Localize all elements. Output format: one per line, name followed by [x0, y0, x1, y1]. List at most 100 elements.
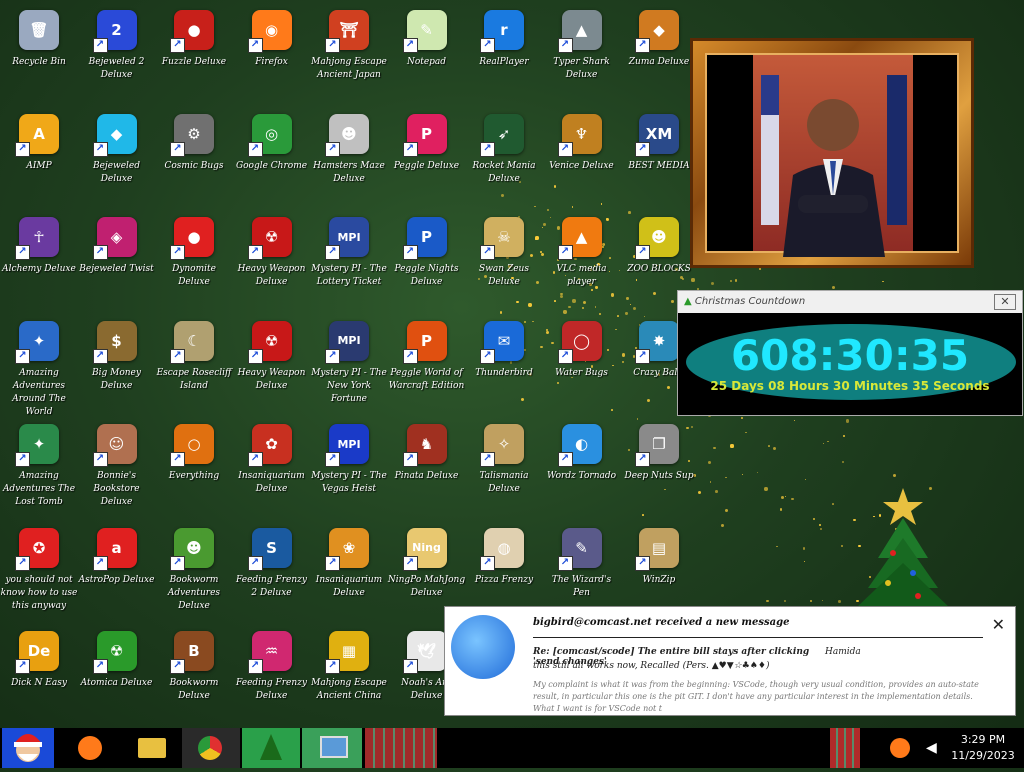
countdown-titlebar[interactable]: ▲ Christmas Countdown ✕: [678, 291, 1022, 313]
taskbar-clock[interactable]: 3:29 PM 11/29/2023: [948, 732, 1018, 764]
new-mail-notification[interactable]: bigbird@comcast.net received a new messa…: [444, 606, 1016, 716]
desktop-icon-label: Venice Deluxe: [549, 160, 614, 171]
shortcut-arrow-icon: ↗: [92, 348, 108, 364]
desktop-icon[interactable]: ♆ ↗ Venice Deluxe: [543, 108, 621, 208]
desktop-icon[interactable]: ❀ ↗ Insaniquarium Deluxe: [310, 522, 388, 622]
desktop-icon[interactable]: De ↗ Dick N Easy: [0, 625, 78, 725]
taskbar-chrome[interactable]: [182, 728, 240, 768]
shortcut-arrow-icon: ↗: [557, 452, 573, 467]
desktop-icon-label: Mystery PI - The Lottery Ticket: [311, 264, 387, 287]
desktop-icon[interactable]: ☾ ↗ Escape Rosecliff Island: [155, 315, 233, 415]
photo-frame-inner: [705, 53, 959, 257]
desktop-icon[interactable]: $ ↗ Big Money Deluxe: [78, 315, 156, 415]
desktop-icon-label: Fuzzle Deluxe: [161, 57, 227, 67]
desktop-icon[interactable]: A ↗ AIMP: [0, 108, 78, 208]
tray-firefox-icon[interactable]: [870, 728, 918, 768]
desktop-icon[interactable]: ◆ ↗ Zuma Deluxe: [620, 4, 698, 104]
desktop-icon[interactable]: ▦ ↗ Mahjong Escape Ancient China: [310, 625, 388, 725]
taskbar-firefox[interactable]: [58, 728, 128, 768]
desktop-icon[interactable]: ☢ ↗ Heavy Weapon Deluxe: [233, 315, 311, 415]
desktop-icon[interactable]: ▲ ↗ Typer Shark Deluxe: [543, 4, 621, 104]
desktop-icon-label: Heavy Weapon Deluxe: [237, 264, 306, 287]
taskbar-tree-app[interactable]: [242, 728, 300, 768]
desktop-icon[interactable]: XM ↗ BEST MEDIA: [620, 108, 698, 208]
desktop-icon[interactable]: ⛩ ↗ Mahjong Escape Ancient Japan: [310, 4, 388, 104]
firefox-icon: [890, 738, 910, 758]
desktop-icon-label: Mahjong Escape Ancient China: [311, 678, 387, 701]
shortcut-arrow-icon: ↗: [402, 555, 418, 571]
desktop-icon[interactable]: P ↗ Peggle Nights Deluxe: [388, 211, 466, 311]
sparkle-dot: [709, 481, 712, 483]
desktop-icon[interactable]: r ↗ RealPlayer: [465, 4, 543, 104]
christmas-countdown-widget[interactable]: ▲ Christmas Countdown ✕ 608:30:35 25 Day…: [677, 290, 1023, 416]
desktop-icon[interactable]: MPI ↗ Mystery PI - The Vegas Heist: [310, 418, 388, 518]
desktop-icon[interactable]: B ↗ Bookworm Deluxe: [155, 625, 233, 725]
desktop-icon-label: Big Money Deluxe: [92, 367, 141, 391]
desktop-icon[interactable]: ☢ ↗ Atomica Deluxe: [78, 625, 156, 725]
desktop-icon[interactable]: MPI ↗ Mystery PI - The Lottery Ticket: [310, 211, 388, 311]
sparkle-dot: [813, 517, 816, 520]
desktop-icon[interactable]: ❐ ↗ Deep Nuts Sup: [620, 418, 698, 518]
desktop-icon[interactable]: ◐ ↗ Wordz Tornado: [543, 418, 621, 518]
desktop-icon[interactable]: ◈ ↗ Bejeweled Twist: [78, 211, 156, 311]
desktop-icon[interactable]: ☻ ↗ Bookworm Adventures Deluxe: [155, 522, 233, 622]
desktop-icon[interactable]: ✉ ↗ Thunderbird: [465, 315, 543, 415]
sparkle-dot: [780, 495, 784, 500]
desktop-icon[interactable]: 2 ↗ Bejeweled 2 Deluxe: [78, 4, 156, 104]
desktop-icon-label: Water Bugs: [555, 367, 608, 378]
desktop-icon[interactable]: ⚙ ↗ Cosmic Bugs: [155, 108, 233, 208]
shortcut-arrow-icon: ↗: [15, 245, 30, 260]
desktop-icon[interactable]: ● ↗ Dynomite Deluxe: [155, 211, 233, 311]
photo-frame-widget[interactable]: [690, 38, 974, 268]
desktop-icon-label: ZOO BLOCKS: [627, 264, 691, 274]
desktop-icon[interactable]: ☥ ↗ Alchemy Deluxe: [0, 211, 78, 311]
desktop-icon[interactable]: ✧ ↗ Talismania Deluxe: [465, 418, 543, 518]
sparkle-dot: [842, 460, 845, 463]
desktop-icon[interactable]: ☺ ↗ Bonnie's Bookstore Deluxe: [78, 418, 156, 518]
desktop-icon[interactable]: ○ ↗ Everything: [155, 418, 233, 518]
desktop-icon[interactable]: 🗑 Recycle Bin: [0, 4, 78, 104]
close-icon[interactable]: ✕: [992, 615, 1005, 634]
desktop-icon[interactable]: ◆ ↗ Bejeweled Deluxe: [78, 108, 156, 208]
taskbar-explorer[interactable]: [130, 728, 174, 768]
desktop-icon[interactable]: S ↗ Feeding Frenzy 2 Deluxe: [233, 522, 311, 622]
desktop-icon-label: NingPo MahJong Deluxe: [387, 574, 466, 598]
desktop-icon[interactable]: ♒ ↗ Feeding Frenzy Deluxe: [233, 625, 311, 725]
desktop-icon[interactable]: ✎ ↗ Notepad: [388, 4, 466, 104]
desktop-icon[interactable]: P ↗ Peggle Deluxe: [388, 108, 466, 208]
shortcut-arrow-icon: ↗: [557, 348, 573, 364]
desktop-icon[interactable]: MPI ↗ Mystery PI - The New York Fortune: [310, 315, 388, 415]
desktop-icon[interactable]: ◎ ↗ Google Chrome: [233, 108, 311, 208]
desktop-icon[interactable]: ✦ ↗ Amazing Adventures The Lost Tomb: [0, 418, 78, 518]
sparkle-dot: [707, 460, 711, 464]
shortcut-arrow-icon: ↗: [402, 245, 418, 260]
start-button[interactable]: [2, 728, 54, 768]
desktop-icon[interactable]: ✦ ↗ Amazing Adventures Around The World: [0, 315, 78, 417]
notification-divider: [533, 637, 983, 638]
desktop-icon[interactable]: ♞ ↗ Pinata Deluxe: [388, 418, 466, 518]
desktop-icon[interactable]: ☠ ↗ Swan Zeus Deluxe: [465, 211, 543, 311]
desktop-icon-label: Talismania Deluxe: [479, 471, 529, 494]
desktop-icon-label: Hamsters Maze Deluxe: [313, 160, 385, 184]
desktop-icon[interactable]: a ↗ AstroPop Deluxe: [78, 522, 156, 622]
shortcut-arrow-icon: ↗: [325, 555, 340, 571]
sparkle-dot: [840, 544, 843, 548]
desktop-icon[interactable]: ✿ ↗ Insaniquarium Deluxe: [233, 418, 311, 518]
shortcut-arrow-icon: ↗: [635, 555, 650, 571]
desktop-icon[interactable]: ☻ ↗ Hamsters Maze Deluxe: [310, 108, 388, 208]
desktop-icon[interactable]: ◯ ↗ Water Bugs: [543, 315, 621, 415]
shortcut-arrow-icon: ↗: [325, 141, 340, 157]
desktop-icon[interactable]: ● ↗ Fuzzle Deluxe: [155, 4, 233, 104]
close-icon[interactable]: ✕: [994, 294, 1016, 310]
desktop-icon[interactable]: ➶ ↗ Rocket Mania Deluxe: [465, 108, 543, 208]
volume-icon[interactable]: ◀: [926, 740, 937, 756]
desktop-icon-label: Swan Zeus Deluxe: [479, 264, 529, 287]
shortcut-arrow-icon: ↗: [557, 245, 573, 260]
desktop-icon[interactable]: ✪ ↗ you should not know how to use this an…: [0, 522, 78, 622]
taskbar-computer[interactable]: [302, 728, 362, 768]
desktop-icon[interactable]: P ↗ Peggle World of Warcraft Edition: [388, 315, 466, 415]
desktop-icon[interactable]: ☢ ↗ Heavy Weapon Deluxe: [233, 211, 311, 311]
sparkle-dot: [745, 431, 747, 434]
desktop-icon[interactable]: ▲ ↗ VLC media player: [543, 211, 621, 311]
desktop-icon[interactable]: ◉ ↗ Firefox: [233, 4, 311, 104]
